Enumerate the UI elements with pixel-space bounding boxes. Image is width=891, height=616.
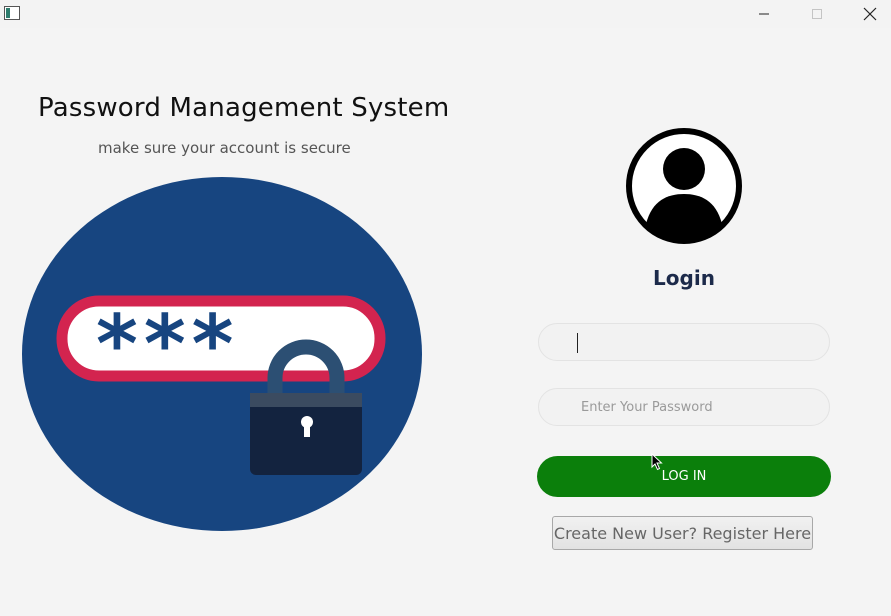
login-button[interactable]: LOG IN — [537, 456, 831, 497]
username-input[interactable] — [539, 324, 829, 360]
mouse-cursor-icon — [651, 453, 663, 471]
login-title: Login — [653, 266, 715, 290]
page-subtitle: make sure your account is secure — [98, 139, 351, 157]
close-button[interactable] — [847, 0, 891, 28]
title-bar — [0, 0, 891, 28]
text-caret — [577, 333, 578, 353]
password-input[interactable] — [539, 389, 829, 425]
close-icon — [863, 7, 877, 21]
app-icon — [4, 6, 20, 20]
user-avatar-icon — [626, 128, 742, 244]
password-field[interactable] — [538, 388, 830, 426]
page-title: Password Management System — [38, 93, 450, 123]
username-field[interactable] — [538, 323, 830, 361]
minimize-icon — [759, 13, 769, 15]
password-illustration: *** — [22, 177, 422, 531]
maximize-icon — [812, 9, 822, 19]
register-button[interactable]: Create New User? Register Here — [552, 516, 813, 550]
minimize-button[interactable] — [741, 0, 787, 28]
masked-password-text: *** — [96, 298, 240, 391]
maximize-button[interactable] — [794, 0, 840, 28]
